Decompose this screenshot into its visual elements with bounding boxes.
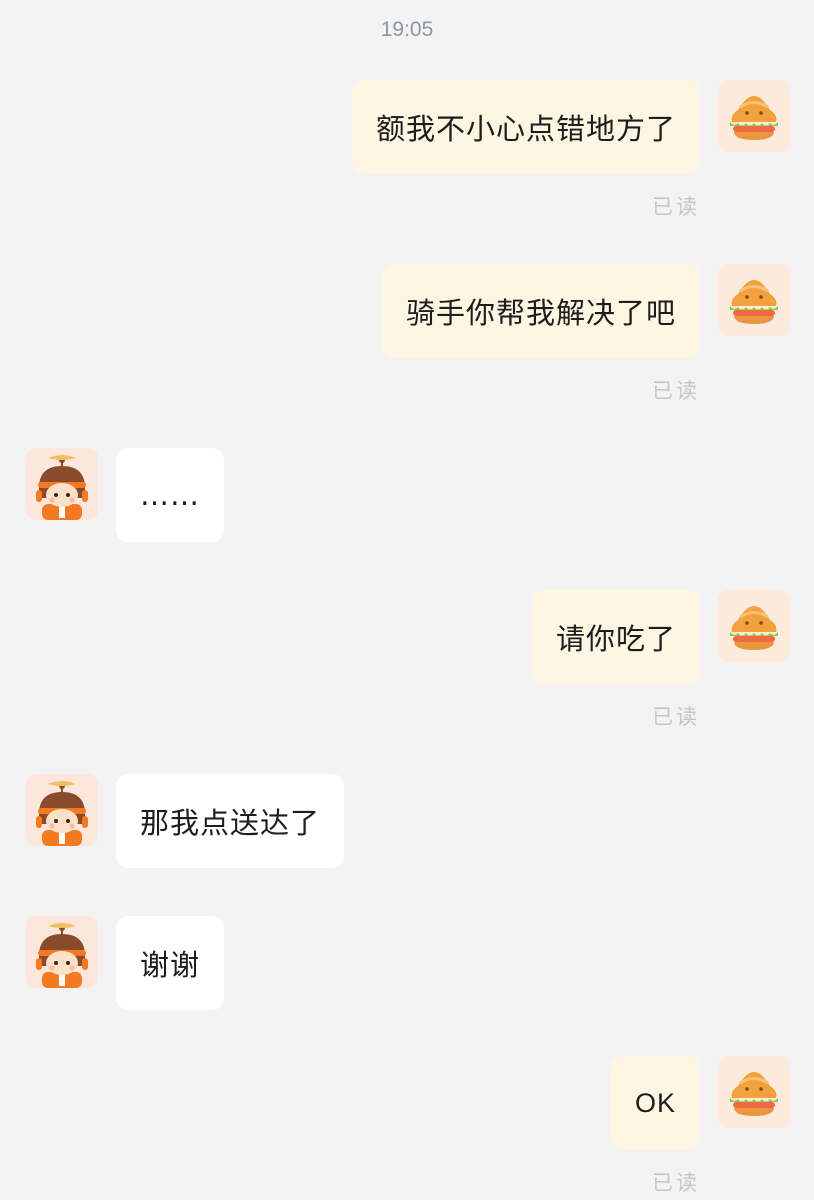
- rider-avatar[interactable]: [26, 916, 98, 988]
- message-bubble-sent[interactable]: 请你吃了: [531, 590, 700, 684]
- rider-with-helmet-icon: [26, 448, 98, 520]
- message-timestamp: 19:05: [380, 18, 434, 41]
- self-avatar[interactable]: [718, 264, 790, 336]
- rider-avatar[interactable]: [26, 774, 98, 846]
- message-bubble-sent[interactable]: 骑手你帮我解决了吧: [381, 264, 700, 358]
- read-receipt: 已读: [652, 195, 700, 219]
- message-bubble-received[interactable]: 那我点送达了: [116, 774, 345, 868]
- hamburger-icon: [718, 80, 790, 152]
- message-bubble-sent[interactable]: OK: [610, 1056, 700, 1150]
- self-avatar[interactable]: [718, 80, 790, 152]
- self-avatar[interactable]: [718, 1056, 790, 1128]
- read-receipt: 已读: [652, 705, 700, 729]
- rider-with-helmet-icon: [26, 774, 98, 846]
- message-bubble-sent[interactable]: 额我不小心点错地方了: [351, 80, 700, 174]
- message-bubble-received[interactable]: ……: [116, 448, 224, 542]
- hamburger-icon: [718, 1056, 790, 1128]
- message-bubble-received[interactable]: 谢谢: [116, 916, 225, 1010]
- self-avatar[interactable]: [718, 590, 790, 662]
- chat-screen: 19:05 额我不小心点错地方了 已读 骑手你帮我解决了吧 已读 …… 请你吃了…: [0, 0, 814, 1200]
- rider-with-helmet-icon: [26, 916, 98, 988]
- rider-avatar[interactable]: [26, 448, 98, 520]
- read-receipt: 已读: [652, 1171, 700, 1195]
- hamburger-icon: [718, 264, 790, 336]
- hamburger-icon: [718, 590, 790, 662]
- read-receipt: 已读: [652, 379, 700, 403]
